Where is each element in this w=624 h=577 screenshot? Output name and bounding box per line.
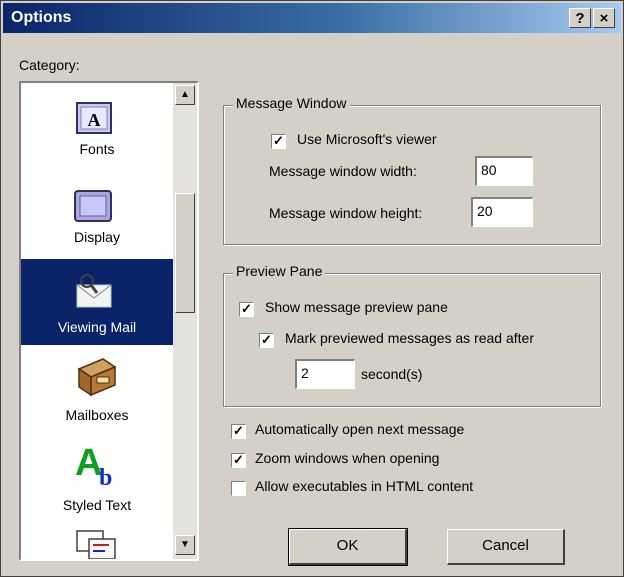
mailboxes-icon bbox=[77, 358, 117, 397]
mark-read-checkbox[interactable]: ✓ bbox=[259, 333, 274, 348]
scroll-down-button[interactable]: ▼ bbox=[175, 535, 195, 555]
options-dialog: Options ? × Category: A Fonts Display Vi… bbox=[0, 0, 624, 577]
help-button[interactable]: ? bbox=[569, 8, 591, 28]
show-preview-label[interactable]: Show message preview pane bbox=[265, 299, 448, 315]
category-item-mailboxes[interactable]: Mailboxes bbox=[21, 345, 173, 431]
category-item-label: Fonts bbox=[79, 141, 115, 157]
message-window-legend: Message Window bbox=[233, 95, 350, 111]
mark-read-label[interactable]: Mark previewed messages as read after bbox=[285, 330, 534, 346]
category-item-viewing-mail[interactable]: Viewing Mail bbox=[21, 259, 173, 345]
category-item-fonts[interactable]: A Fonts bbox=[21, 83, 173, 169]
category-list[interactable]: A Fonts Display Viewing Mail Mailboxes A… bbox=[19, 81, 199, 561]
category-item-label: Styled Text bbox=[62, 497, 132, 513]
category-item-label: Display bbox=[74, 229, 120, 245]
seconds-label: second(s) bbox=[361, 366, 423, 382]
cancel-button[interactable]: Cancel bbox=[447, 529, 565, 565]
help-icon: ? bbox=[575, 10, 585, 27]
height-label: Message window height: bbox=[269, 205, 423, 221]
category-scrollbar[interactable]: ▲ ▼ bbox=[173, 83, 197, 559]
category-item-styled-text[interactable]: A b Styled Text bbox=[21, 431, 173, 521]
use-viewer-checkbox[interactable]: ✓ bbox=[271, 134, 286, 149]
close-button[interactable]: × bbox=[593, 8, 615, 28]
arrow-up-icon: ▲ bbox=[180, 89, 190, 100]
partial-item-icon bbox=[76, 530, 116, 559]
category-item-display[interactable]: Display bbox=[21, 169, 173, 259]
allow-executables-label[interactable]: Allow executables in HTML content bbox=[255, 478, 473, 494]
seconds-field[interactable]: 2 bbox=[295, 359, 355, 389]
arrow-down-icon: ▼ bbox=[180, 539, 190, 550]
category-item-label: Mailboxes bbox=[65, 407, 129, 423]
window-title: Options bbox=[11, 9, 72, 26]
zoom-windows-checkbox[interactable]: ✓ bbox=[231, 453, 246, 468]
auto-open-label[interactable]: Automatically open next message bbox=[255, 421, 464, 437]
use-viewer-label[interactable]: Use Microsoft's viewer bbox=[297, 131, 437, 147]
width-label: Message window width: bbox=[269, 163, 417, 179]
preview-pane-legend: Preview Pane bbox=[233, 263, 326, 279]
show-preview-checkbox[interactable]: ✓ bbox=[239, 302, 254, 317]
allow-executables-checkbox[interactable] bbox=[231, 481, 246, 496]
styled-text-icon: A b bbox=[75, 442, 112, 489]
svg-text:b: b bbox=[99, 465, 112, 489]
window-height-field[interactable]: 20 bbox=[471, 197, 533, 227]
fonts-icon: A bbox=[76, 102, 112, 134]
viewing-mail-icon bbox=[76, 274, 112, 308]
title-bar[interactable]: Options ? × bbox=[3, 3, 621, 33]
display-icon bbox=[74, 190, 112, 222]
svg-text:A: A bbox=[88, 110, 101, 130]
ok-button[interactable]: OK bbox=[288, 528, 408, 566]
category-item-label: Viewing Mail bbox=[57, 319, 137, 335]
zoom-windows-label[interactable]: Zoom windows when opening bbox=[255, 450, 439, 466]
category-item-partial[interactable] bbox=[21, 521, 173, 559]
window-width-field[interactable]: 80 bbox=[475, 156, 533, 186]
scroll-up-button[interactable]: ▲ bbox=[175, 85, 195, 105]
auto-open-checkbox[interactable]: ✓ bbox=[231, 424, 246, 439]
scroll-thumb[interactable] bbox=[175, 193, 195, 313]
category-label: Category: bbox=[19, 57, 80, 73]
close-icon: × bbox=[599, 10, 609, 27]
